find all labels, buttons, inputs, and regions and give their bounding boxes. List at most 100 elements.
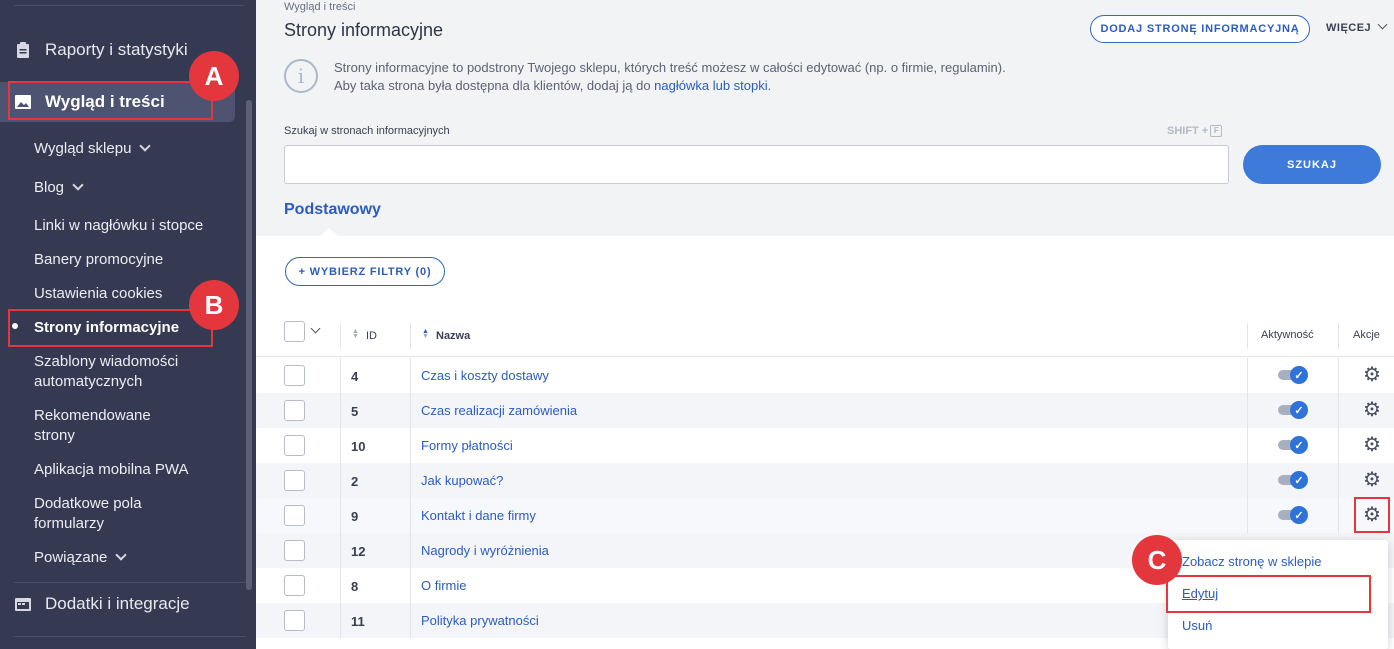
select-all-checkbox[interactable] bbox=[284, 321, 305, 342]
annotation-box-gear bbox=[1354, 497, 1390, 533]
annotation-badge-c: C bbox=[1132, 535, 1182, 585]
chevron-down-icon bbox=[1377, 19, 1388, 30]
shortcut-key: F bbox=[1210, 125, 1223, 137]
table-row: 10 Formy płatności ✓ ⚙ bbox=[256, 428, 1394, 463]
sidebar-subitem-shop-look[interactable]: Wygląd sklepu bbox=[34, 139, 152, 159]
sidebar-subitem-header-footer-links[interactable]: Linki w nagłówku i stopce bbox=[34, 216, 203, 236]
sidebar-subitem-promo-banners[interactable]: Banery promocyjne bbox=[34, 250, 163, 270]
sidebar-subitem-extra-form-fields[interactable]: Dodatkowe pola formularzy bbox=[34, 494, 142, 534]
row-name-link[interactable]: Nagrody i wyróżnienia bbox=[421, 543, 549, 558]
delete-menu-item[interactable]: Usuń bbox=[1182, 618, 1212, 633]
sidebar-subitem-blog[interactable]: Blog bbox=[34, 178, 84, 198]
more-menu-button[interactable]: WIĘCEJ bbox=[1326, 19, 1388, 34]
sidebar-item-label: Raporty i statystyki bbox=[45, 40, 188, 59]
sidebar-top-divider bbox=[14, 0, 244, 6]
annotation-box-c bbox=[1166, 575, 1371, 613]
row-name-link[interactable]: Formy płatności bbox=[421, 438, 513, 453]
row-id: 2 bbox=[351, 474, 359, 489]
gear-icon[interactable]: ⚙ bbox=[1362, 435, 1382, 455]
tab-indicator bbox=[320, 228, 338, 236]
table-row: 2 Jak kupować? ✓ ⚙ bbox=[256, 463, 1394, 498]
gear-icon[interactable]: ⚙ bbox=[1362, 400, 1382, 420]
sidebar-item-label: Dodatki i integracje bbox=[45, 594, 190, 613]
row-checkbox[interactable] bbox=[284, 505, 305, 526]
row-checkbox[interactable] bbox=[284, 365, 305, 386]
annotation-badge-a: A bbox=[189, 51, 239, 101]
sidebar-subitem-cookies[interactable]: Ustawienia cookies bbox=[34, 284, 162, 304]
column-header-id[interactable]: ▲ ▼ ID bbox=[352, 328, 377, 342]
calendar-icon bbox=[15, 598, 31, 611]
chevron-down-icon[interactable] bbox=[310, 323, 321, 334]
chevron-down-icon bbox=[139, 140, 152, 152]
header-footer-link[interactable]: nagłówka lub stopki bbox=[654, 78, 767, 93]
search-shortcut-hint: SHIFT + F bbox=[1167, 125, 1223, 137]
sort-icon: ▲ ▼ bbox=[422, 328, 429, 340]
column-divider bbox=[340, 323, 341, 349]
check-icon: ✓ bbox=[1290, 401, 1308, 419]
search-button[interactable]: SZUKAJ bbox=[1243, 145, 1381, 184]
gear-icon[interactable]: ⚙ bbox=[1362, 470, 1382, 490]
check-icon: ✓ bbox=[1290, 436, 1308, 454]
row-name-link[interactable]: Czas i koszty dostawy bbox=[421, 368, 549, 383]
info-text: Strony informacyjne to podstrony Twojego… bbox=[334, 60, 1006, 93]
table-row: 9 Kontakt i dane firmy ✓ ⚙ bbox=[256, 498, 1394, 533]
active-toggle[interactable]: ✓ bbox=[1278, 436, 1308, 454]
row-checkbox[interactable] bbox=[284, 435, 305, 456]
row-id: 10 bbox=[351, 439, 366, 454]
table-row: 5 Czas realizacji zamówienia ✓ ⚙ bbox=[256, 393, 1394, 428]
sidebar-divider bbox=[14, 582, 246, 583]
sidebar-divider bbox=[14, 636, 246, 637]
table-header: ▲ ▼ ID ▲ ▼ Nazwa Aktywność Akcje bbox=[256, 315, 1394, 357]
page-title: Strony informacyjne bbox=[284, 20, 444, 40]
column-header-active: Aktywność bbox=[1261, 329, 1314, 341]
row-name-link[interactable]: O firmie bbox=[421, 578, 467, 593]
clipboard-icon bbox=[17, 42, 29, 58]
annotation-box-b bbox=[8, 309, 213, 347]
check-icon: ✓ bbox=[1290, 471, 1308, 489]
annotation-box-a bbox=[8, 81, 213, 120]
row-id: 11 bbox=[351, 614, 365, 629]
sidebar-scrollbar[interactable] bbox=[246, 100, 252, 590]
sidebar-subitem-pwa-app[interactable]: Aplikacja mobilna PWA bbox=[34, 460, 189, 480]
info-icon: i bbox=[284, 59, 318, 93]
row-checkbox[interactable] bbox=[284, 540, 305, 561]
sidebar-subitem-auto-message-templates[interactable]: Szablony wiadomości automatycznych bbox=[34, 352, 178, 392]
sidebar-subitem-related[interactable]: Powiązane bbox=[34, 548, 128, 568]
row-name-link[interactable]: Czas realizacji zamówienia bbox=[421, 403, 577, 418]
choose-filters-button[interactable]: + WYBIERZ FILTRY (0) bbox=[285, 257, 445, 286]
active-toggle[interactable]: ✓ bbox=[1278, 471, 1308, 489]
view-in-shop-menu-item[interactable]: Zobacz stronę w sklepie bbox=[1182, 554, 1321, 569]
column-header-actions: Akcje bbox=[1353, 329, 1380, 341]
column-divider bbox=[1247, 323, 1248, 349]
row-name-link[interactable]: Kontakt i dane firmy bbox=[421, 508, 536, 523]
table-row: 4 Czas i koszty dostawy ✓ ⚙ bbox=[256, 358, 1394, 393]
row-id: 4 bbox=[351, 369, 359, 384]
search-input[interactable] bbox=[284, 145, 1229, 184]
sidebar-item-addons[interactable]: Dodatki i integracje bbox=[0, 584, 246, 624]
row-checkbox[interactable] bbox=[284, 470, 305, 491]
active-toggle[interactable]: ✓ bbox=[1278, 506, 1308, 524]
gear-icon[interactable]: ⚙ bbox=[1362, 365, 1382, 385]
add-info-page-button[interactable]: DODAJ STRONĘ INFORMACYJNĄ bbox=[1090, 15, 1310, 43]
sidebar-subitem-recommended-pages[interactable]: Rekomendowane strony bbox=[34, 406, 151, 446]
search-label: Szukaj w stronach informacyjnych bbox=[284, 125, 450, 137]
column-divider bbox=[1338, 323, 1339, 349]
breadcrumb[interactable]: Wygląd i treści bbox=[284, 1, 355, 13]
tab-basic[interactable]: Podstawowy bbox=[284, 201, 381, 219]
chevron-down-icon bbox=[72, 179, 84, 191]
annotation-badge-b: B bbox=[189, 280, 239, 330]
sort-icon: ▲ ▼ bbox=[352, 328, 359, 340]
row-id: 12 bbox=[351, 544, 366, 559]
check-icon: ✓ bbox=[1290, 506, 1308, 524]
active-toggle[interactable]: ✓ bbox=[1278, 366, 1308, 384]
row-checkbox[interactable] bbox=[284, 575, 305, 596]
row-id: 5 bbox=[351, 404, 359, 419]
chevron-down-icon bbox=[115, 549, 128, 561]
row-name-link[interactable]: Polityka prywatności bbox=[421, 613, 539, 628]
row-name-link[interactable]: Jak kupować? bbox=[421, 473, 503, 488]
row-checkbox[interactable] bbox=[284, 400, 305, 421]
active-toggle[interactable]: ✓ bbox=[1278, 401, 1308, 419]
column-header-name[interactable]: ▲ ▼ Nazwa bbox=[422, 328, 470, 342]
row-checkbox[interactable] bbox=[284, 610, 305, 631]
column-divider bbox=[410, 323, 411, 349]
